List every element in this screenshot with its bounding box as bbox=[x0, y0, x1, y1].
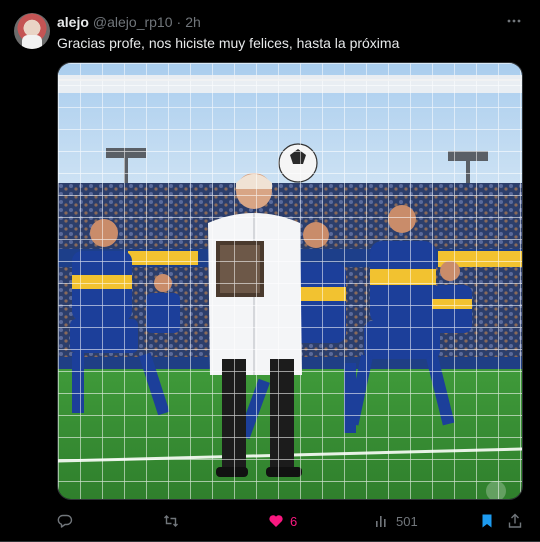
tweet-header: alejo @alejo_rp10 · 2h bbox=[57, 13, 201, 31]
repost-icon bbox=[164, 515, 178, 527]
heart-icon bbox=[269, 515, 283, 527]
like-button[interactable]: 6 bbox=[268, 510, 297, 532]
like-count: 6 bbox=[290, 513, 298, 529]
bookmark-button[interactable] bbox=[479, 510, 495, 532]
share-icon bbox=[508, 513, 522, 528]
action-bar: 6 501 bbox=[57, 510, 523, 532]
avatar[interactable] bbox=[14, 13, 50, 49]
more-horizontal-icon bbox=[507, 19, 521, 23]
bookmark-icon bbox=[482, 514, 492, 528]
views-count: 501 bbox=[396, 513, 418, 529]
more-button[interactable] bbox=[505, 12, 523, 30]
separator-dot: · bbox=[176, 14, 182, 30]
views-chart-icon bbox=[376, 516, 386, 527]
share-button[interactable] bbox=[507, 510, 523, 532]
timestamp[interactable]: 2h bbox=[185, 14, 201, 30]
repost-button[interactable] bbox=[163, 510, 185, 532]
reply-button[interactable] bbox=[57, 510, 79, 532]
author-handle[interactable]: @alejo_rp10 bbox=[93, 14, 173, 30]
tweet[interactable]: alejo @alejo_rp10 · 2h Gracias profe, no… bbox=[0, 0, 540, 542]
views-button[interactable]: 501 bbox=[374, 510, 418, 532]
tweet-text: Gracias profe, nos hiciste muy felices, … bbox=[57, 35, 400, 51]
tweet-media[interactable] bbox=[57, 62, 523, 500]
author-name[interactable]: alejo bbox=[57, 14, 89, 30]
reply-icon bbox=[57, 514, 73, 528]
post-image[interactable] bbox=[58, 63, 523, 500]
